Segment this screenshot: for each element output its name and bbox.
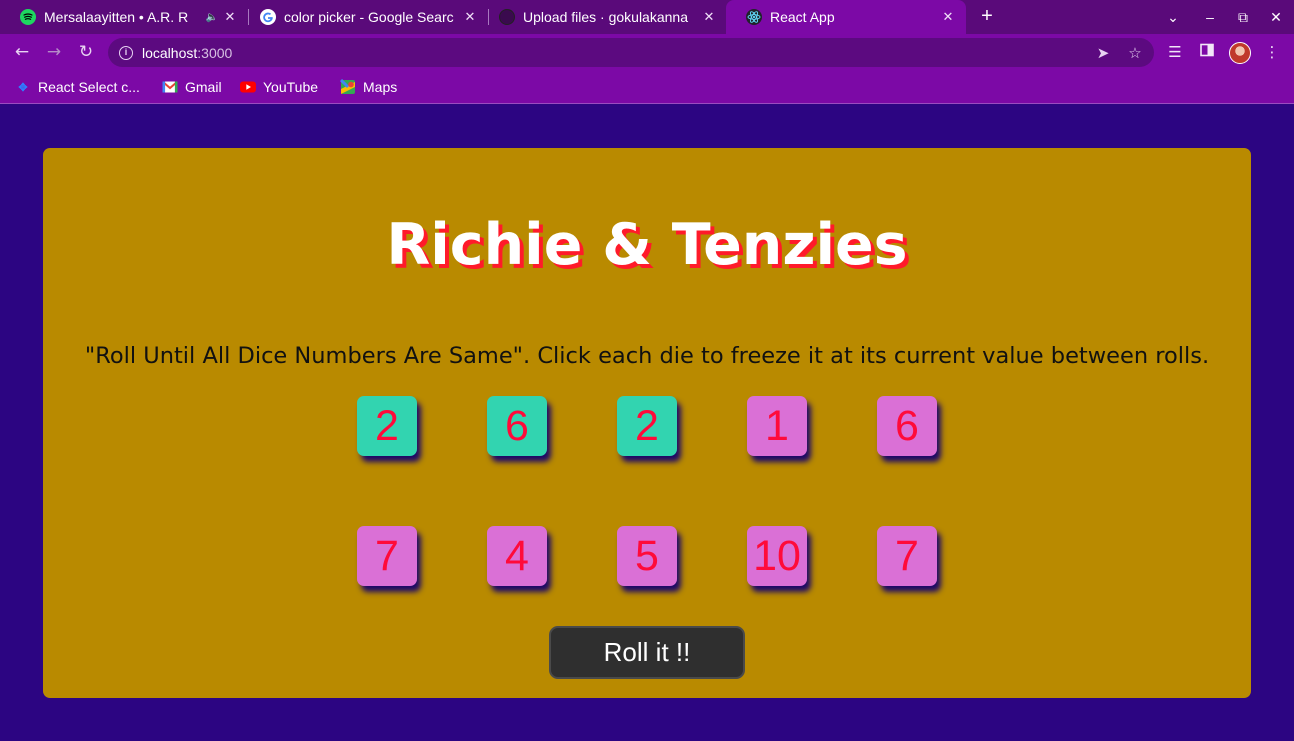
maps-icon — [340, 79, 356, 95]
page-title: Richie & Tenzies — [386, 212, 908, 278]
react-icon — [746, 9, 762, 25]
site-info-icon[interactable]: i — [119, 45, 133, 60]
side-panel-icon[interactable] — [1197, 42, 1217, 62]
die[interactable]: 2 — [617, 396, 677, 456]
media-queue-icon[interactable]: ☰ — [1165, 42, 1185, 62]
tab-github-upload[interactable]: Upload files · gokulakanna ✕ — [479, 0, 727, 34]
die[interactable]: 7 — [877, 526, 937, 586]
restore-icon[interactable]: ⧉ — [1233, 7, 1253, 27]
close-tab-icon[interactable]: ✕ — [462, 9, 478, 25]
die[interactable]: 4 — [487, 526, 547, 586]
minimize-icon[interactable]: – — [1200, 7, 1220, 27]
spotify-icon — [20, 9, 36, 25]
back-icon[interactable]: ← — [11, 41, 33, 63]
bookmark-youtube[interactable]: YouTube — [240, 77, 318, 97]
tab-strip: Mersalaayitten • A.R. R 🔈 ✕ color picker… — [0, 0, 1294, 34]
die[interactable]: 6 — [487, 396, 547, 456]
bookmark-star-icon[interactable]: ☆ — [1125, 43, 1145, 63]
bookmark-react-select[interactable]: ✥ React Select c... — [15, 77, 140, 97]
browser-toolbar: ← → ↻ i localhost:3000 ➤ ☆ ☰ ⋮ — [0, 34, 1294, 70]
youtube-icon — [240, 79, 256, 95]
tab-search-icon[interactable]: ⌄ — [1163, 7, 1183, 27]
react-select-icon: ✥ — [18, 81, 28, 94]
close-tab-icon[interactable]: ✕ — [940, 9, 956, 25]
address-bar[interactable]: i localhost:3000 ➤ ☆ — [108, 38, 1154, 67]
die[interactable]: 10 — [747, 526, 807, 586]
tab-react-app[interactable]: React App ✕ — [726, 0, 966, 34]
speaker-icon[interactable]: 🔈 — [206, 12, 218, 23]
close-tab-icon[interactable]: ✕ — [701, 9, 717, 25]
tab-title: color picker - Google Searc — [284, 9, 454, 25]
forward-icon[interactable]: → — [43, 41, 65, 63]
tab-title: Mersalaayitten • A.R. R — [44, 9, 189, 25]
gmail-icon — [162, 79, 178, 95]
tab-title: Upload files · gokulakanna — [523, 9, 688, 25]
close-window-icon[interactable]: ✕ — [1266, 7, 1286, 27]
bookmarks-bar: ✥ React Select c... Gmail YouTube Maps — [0, 70, 1294, 104]
game-instructions: "Roll Until All Dice Numbers Are Same". … — [84, 343, 1210, 369]
github-icon — [499, 9, 515, 25]
die[interactable]: 7 — [357, 526, 417, 586]
die[interactable]: 6 — [877, 396, 937, 456]
tab-title: React App — [770, 9, 835, 25]
url-text[interactable]: localhost:3000 — [142, 45, 232, 61]
bookmark-gmail[interactable]: Gmail — [162, 77, 222, 97]
roll-button[interactable]: Roll it !! — [549, 626, 745, 679]
send-icon[interactable]: ➤ — [1093, 43, 1113, 63]
die[interactable]: 5 — [617, 526, 677, 586]
tab-google-search[interactable]: color picker - Google Searc ✕ — [240, 0, 488, 34]
close-tab-icon[interactable]: ✕ — [222, 9, 238, 25]
bookmark-maps[interactable]: Maps — [340, 77, 397, 97]
die[interactable]: 1 — [747, 396, 807, 456]
new-tab-button[interactable]: + — [976, 5, 998, 29]
reload-icon[interactable]: ↻ — [75, 41, 97, 63]
profile-avatar[interactable] — [1229, 42, 1251, 64]
die[interactable]: 2 — [357, 396, 417, 456]
tab-spotify[interactable]: Mersalaayitten • A.R. R 🔈 ✕ — [0, 0, 248, 34]
google-icon — [260, 9, 276, 25]
menu-kebab-icon[interactable]: ⋮ — [1262, 42, 1282, 62]
